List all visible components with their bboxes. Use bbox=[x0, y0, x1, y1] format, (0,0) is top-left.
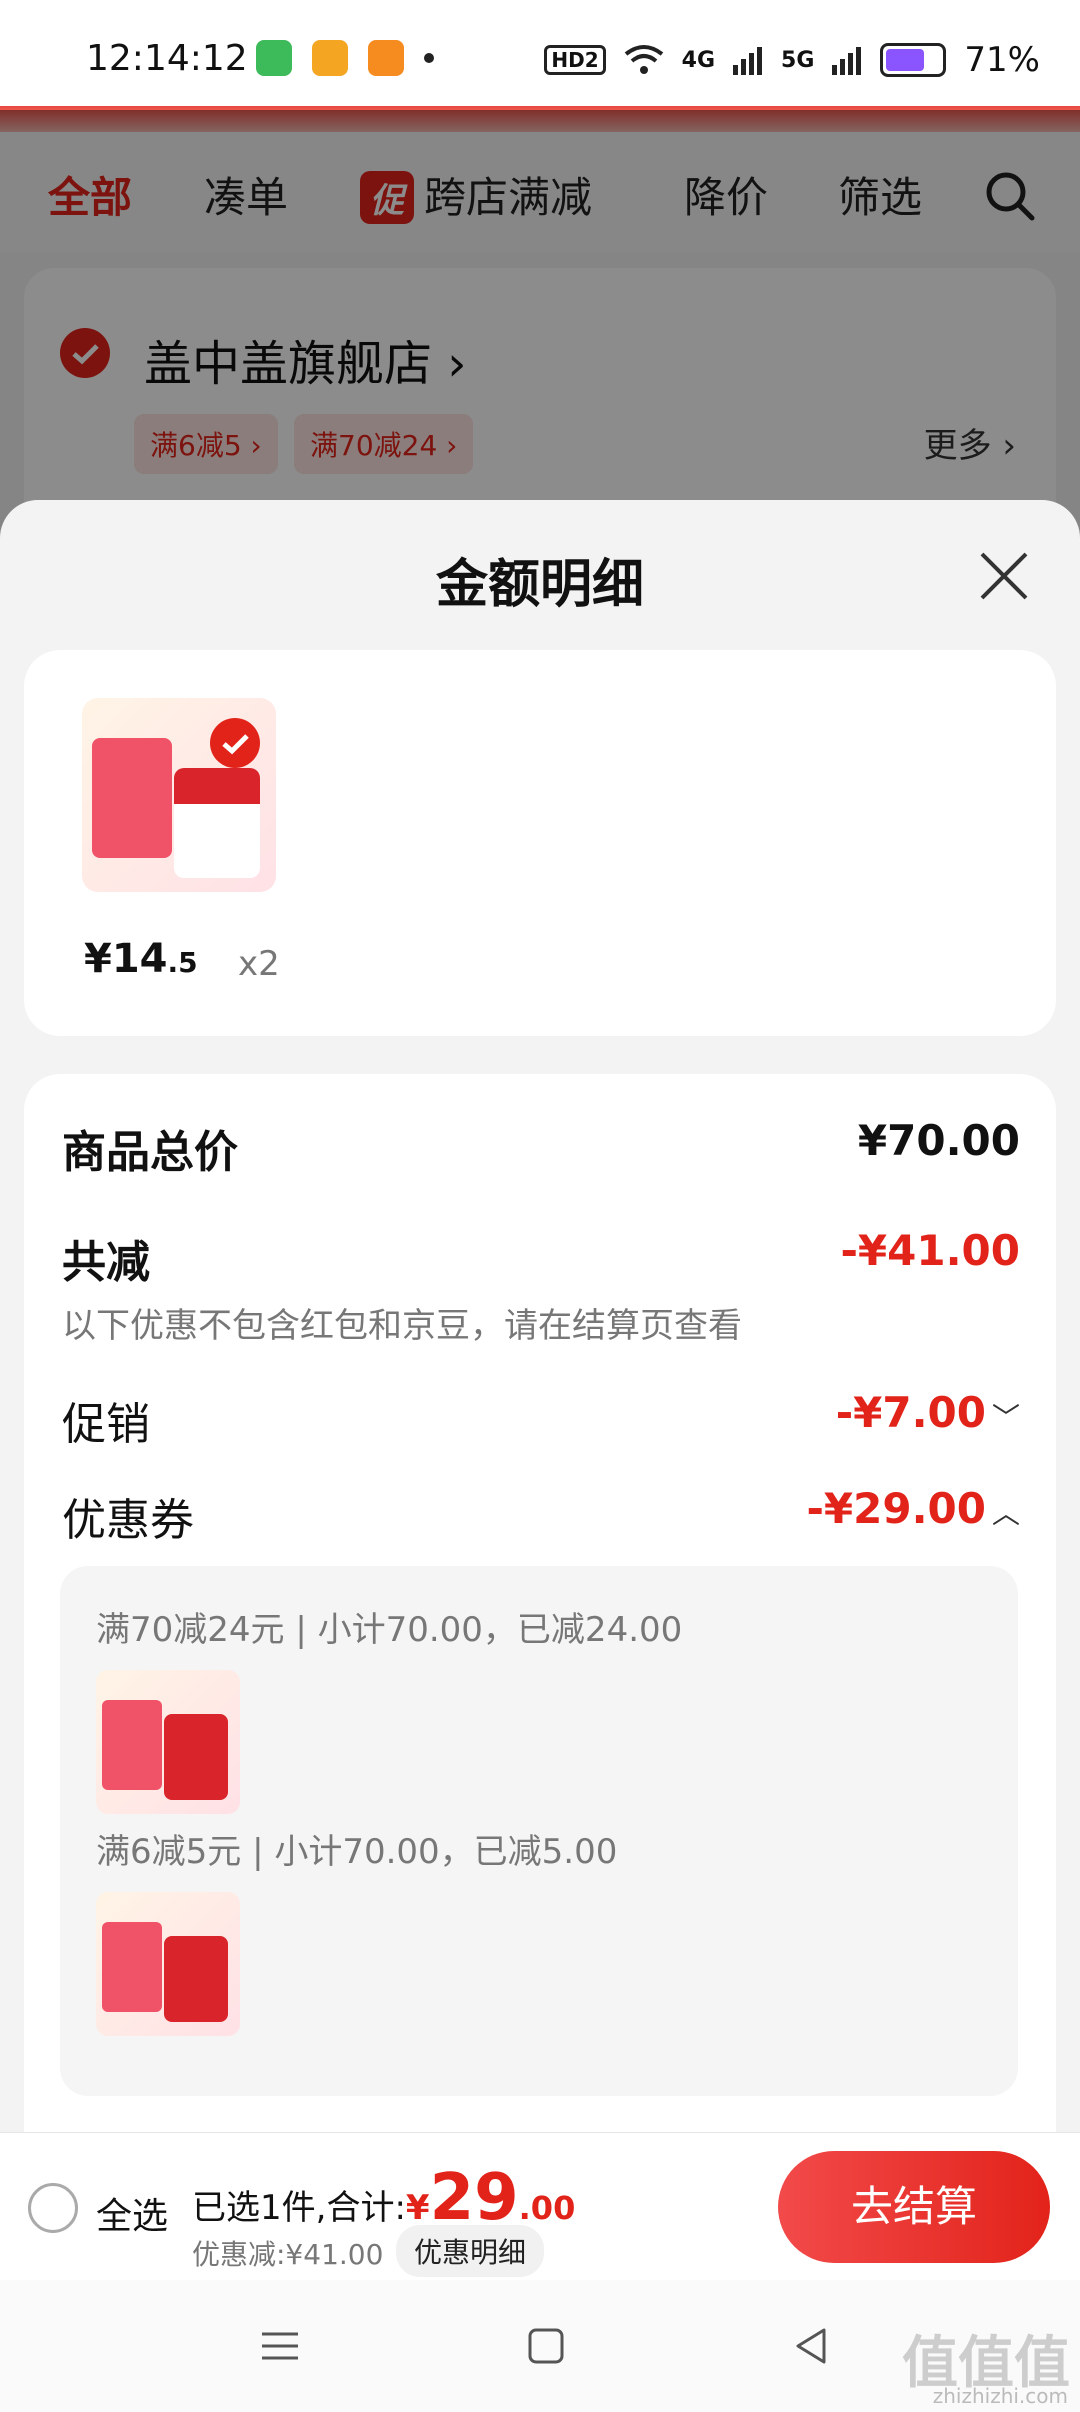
wechat-icon bbox=[256, 40, 292, 76]
coupon-value: -¥29.00 bbox=[806, 1484, 986, 1533]
home-icon[interactable] bbox=[524, 2324, 568, 2368]
select-all-label[interactable]: 全选 bbox=[96, 2187, 168, 2239]
signal-bars-2-icon bbox=[832, 47, 862, 75]
wifi-icon bbox=[624, 45, 663, 74]
hd-icon: HD2 bbox=[544, 45, 606, 75]
back-icon[interactable] bbox=[790, 2324, 834, 2368]
notification-icons bbox=[256, 40, 434, 76]
heart-app-icon bbox=[368, 40, 404, 76]
reduction-label: 共减 bbox=[62, 1237, 150, 1288]
reduction-note: 以下优惠不包含红包和京豆，请在结算页查看 bbox=[62, 1306, 742, 1346]
phone-app-icon bbox=[312, 40, 348, 76]
coupon-detail-box: 满70减24元 | 小计70.00，已减24.00 满6减5元 | 小计70.0… bbox=[60, 1566, 1018, 2096]
signal-bars-icon bbox=[733, 47, 763, 75]
sheet-title: 金额明细 bbox=[435, 555, 644, 615]
menu-icon[interactable] bbox=[258, 2324, 302, 2368]
status-bar: 12:14:12 HD2 4G 5G 71% bbox=[0, 0, 1080, 110]
total-summary: 已选1件,合计:¥29.00 bbox=[192, 2161, 576, 2235]
more-notifications-dot bbox=[424, 53, 434, 63]
signal-4g-icon: 4G bbox=[681, 47, 716, 73]
chevron-up-icon: ︿ bbox=[991, 1497, 1020, 1530]
product-quantity: x2 bbox=[238, 944, 280, 984]
total-label: 商品总价 bbox=[62, 1127, 238, 1178]
select-all-checkbox[interactable] bbox=[28, 2183, 78, 2233]
product-card: ¥14.5 x2 bbox=[24, 650, 1056, 1036]
coupon-line-2: 满6减5元 | 小计70.00，已减5.00 bbox=[96, 1832, 618, 1872]
promotion-row[interactable]: -¥7.00 ﹀ bbox=[836, 1388, 1020, 1437]
total-value: ¥70.00 bbox=[857, 1116, 1020, 1165]
amount-detail-sheet: 金额明细 ¥14.5 x2 商品总价 ¥70.00 共减 -¥41.00 以下优… bbox=[0, 500, 1080, 2132]
battery-icon bbox=[880, 43, 947, 77]
coupon-product-image-1 bbox=[96, 1670, 240, 1814]
product-image[interactable] bbox=[82, 698, 276, 892]
signal-5g-icon: 5G bbox=[781, 47, 815, 73]
checkout-bar: 全选 已选1件,合计:¥29.00 优惠减:¥41.00 优惠明细 去结算 bbox=[0, 2132, 1080, 2280]
reduction-value: -¥41.00 bbox=[840, 1226, 1020, 1275]
price-breakdown-card: 商品总价 ¥70.00 共减 -¥41.00 以下优惠不包含红包和京豆，请在结算… bbox=[24, 1074, 1056, 2132]
product-price: ¥14.5 bbox=[84, 936, 198, 982]
checkout-button[interactable]: 去结算 bbox=[778, 2151, 1050, 2263]
coupon-line-1: 满70减24元 | 小计70.00，已减24.00 bbox=[96, 1610, 683, 1650]
promotion-label: 促销 bbox=[62, 1399, 150, 1450]
battery-percent: 71% bbox=[964, 40, 1040, 80]
product-selected-icon bbox=[210, 718, 260, 768]
chevron-down-icon: ﹀ bbox=[991, 1401, 1020, 1434]
system-indicators: HD2 4G 5G 71% bbox=[544, 40, 1040, 80]
coupon-label: 优惠券 bbox=[62, 1495, 194, 1546]
close-icon[interactable] bbox=[976, 548, 1032, 604]
clock: 12:14:12 bbox=[86, 38, 248, 79]
watermark-url: zhizhizhi.com bbox=[932, 2384, 1068, 2408]
coupon-product-image-2 bbox=[96, 1892, 240, 2036]
discount-amount: 优惠减:¥41.00 bbox=[192, 2238, 384, 2271]
coupon-row[interactable]: -¥29.00 ︿ bbox=[806, 1484, 1020, 1533]
promotion-value: -¥7.00 bbox=[835, 1388, 986, 1437]
discount-detail-button[interactable]: 优惠明细 bbox=[396, 2225, 545, 2277]
